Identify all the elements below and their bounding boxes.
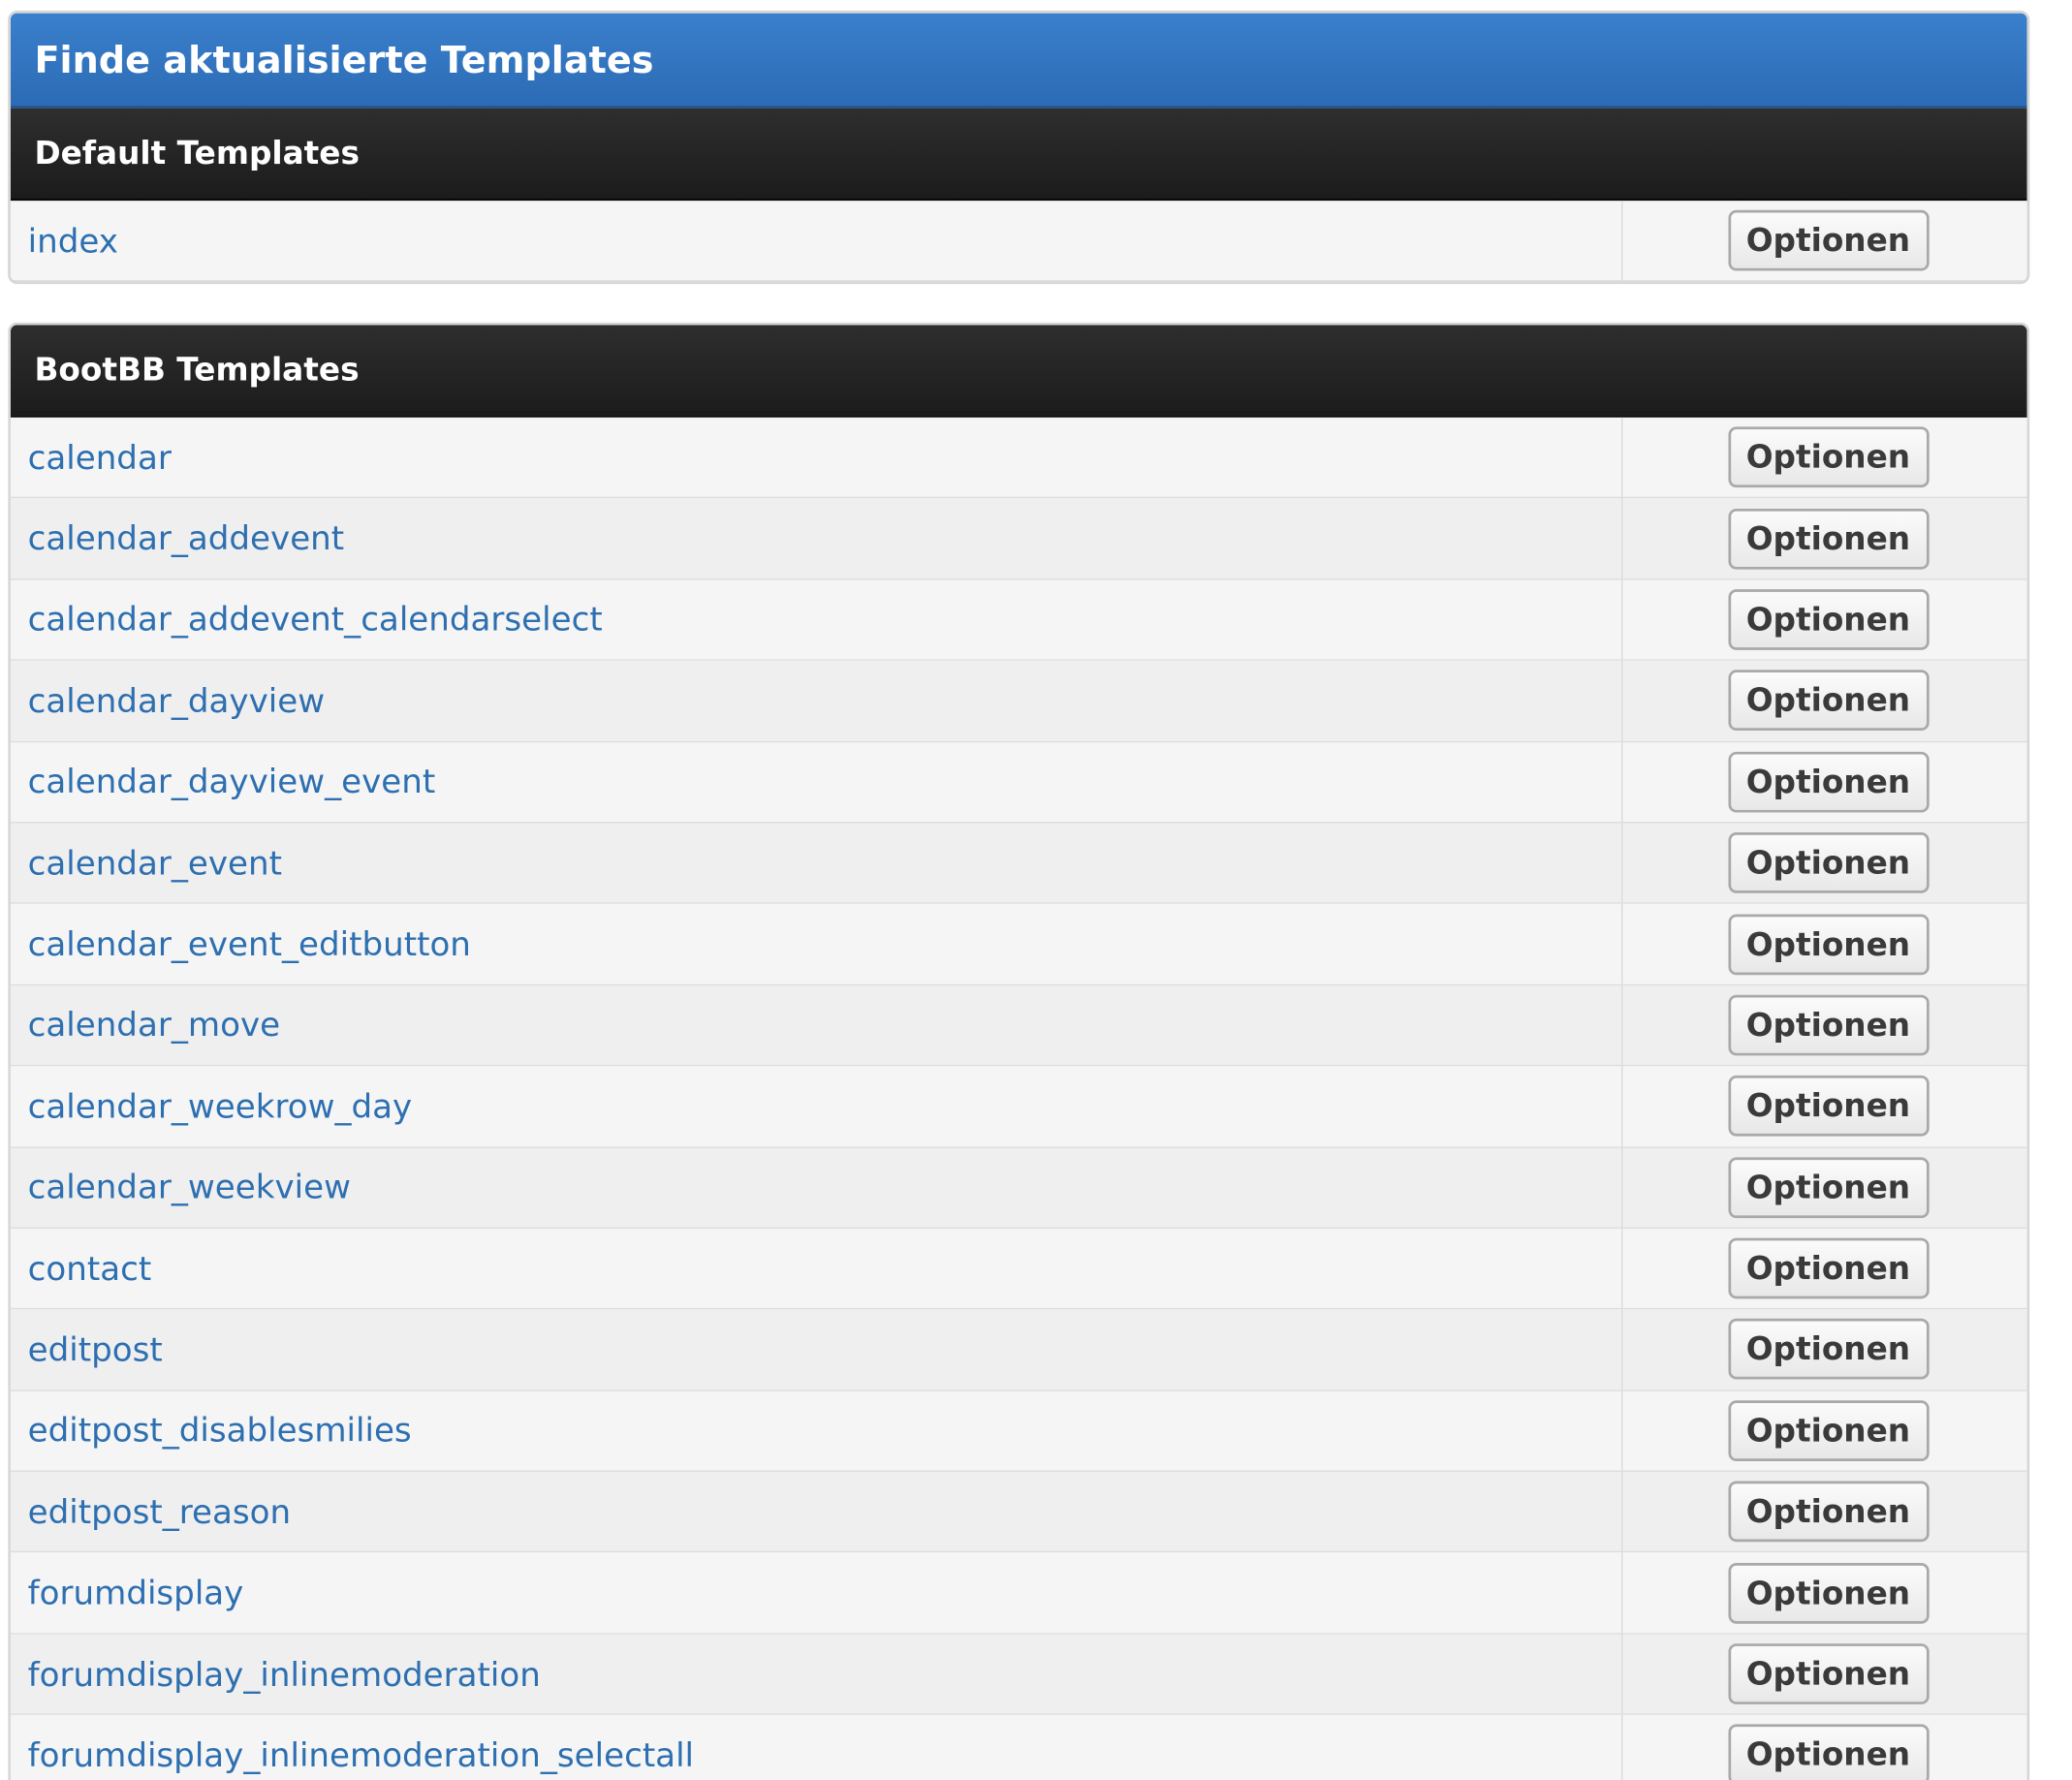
- options-button[interactable]: Optionen: [1727, 1724, 1930, 1780]
- options-button[interactable]: Optionen: [1727, 751, 1930, 813]
- default-templates-list: index Optionen: [10, 201, 2027, 282]
- options-cell: Optionen: [1622, 1229, 2026, 1308]
- options-cell: Optionen: [1622, 742, 2026, 822]
- options-cell: Optionen: [1622, 499, 2026, 578]
- options-button[interactable]: Optionen: [1727, 1400, 1930, 1461]
- template-link[interactable]: calendar: [28, 438, 172, 477]
- page-title: Finde aktualisierte Templates: [10, 13, 2027, 109]
- options-cell: Optionen: [1622, 823, 2026, 902]
- template-link[interactable]: editpost_reason: [28, 1492, 291, 1531]
- options-cell: Optionen: [1622, 1634, 2026, 1713]
- options-cell: Optionen: [1622, 201, 2026, 280]
- template-name-cell: calendar: [11, 417, 1623, 498]
- template-link[interactable]: calendar_dayview_event: [28, 763, 436, 801]
- options-cell: Optionen: [1622, 985, 2026, 1065]
- options-cell: Optionen: [1622, 1472, 2026, 1551]
- options-button[interactable]: Optionen: [1727, 1319, 1930, 1381]
- template-name-cell: calendar_event: [11, 823, 1623, 903]
- options-cell: Optionen: [1622, 418, 2026, 497]
- table-row: calendar_weekrow_day Optionen: [10, 1066, 2027, 1148]
- options-cell: Optionen: [1622, 1147, 2026, 1227]
- template-name-cell: calendar_move: [11, 984, 1623, 1066]
- options-button[interactable]: Optionen: [1727, 508, 1930, 570]
- table-row: calendar_dayview_event Optionen: [10, 741, 2027, 824]
- template-name-cell: calendar_weekview: [11, 1147, 1623, 1228]
- options-button[interactable]: Optionen: [1727, 1643, 1930, 1704]
- template-name-cell: forumdisplay_inlinemoderation: [11, 1634, 1623, 1714]
- table-row: calendar_weekview Optionen: [10, 1147, 2027, 1229]
- template-link[interactable]: forumdisplay_inlinemoderation_selectall: [28, 1736, 694, 1775]
- options-button[interactable]: Optionen: [1727, 1237, 1930, 1299]
- template-link[interactable]: calendar_addevent: [28, 519, 345, 558]
- template-link[interactable]: calendar_dayview: [28, 681, 325, 720]
- template-link[interactable]: forumdisplay: [28, 1574, 244, 1612]
- table-row: calendar_event Optionen: [10, 823, 2027, 905]
- table-row: forumdisplay_inlinemoderation Optionen: [10, 1634, 2027, 1716]
- template-name-cell: calendar_event_editbutton: [11, 904, 1623, 984]
- template-name-cell: index: [11, 201, 1623, 281]
- template-link[interactable]: calendar_weekrow_day: [28, 1087, 413, 1126]
- options-button[interactable]: Optionen: [1727, 832, 1930, 893]
- options-button[interactable]: Optionen: [1727, 1562, 1930, 1624]
- template-link[interactable]: contact: [28, 1249, 152, 1288]
- table-row: calendar_addevent Optionen: [10, 498, 2027, 580]
- template-link[interactable]: calendar_move: [28, 1006, 280, 1045]
- table-row: calendar_move Optionen: [10, 984, 2027, 1067]
- bootbb-templates-list: calendar Optionen calendar_addevent Optione…: [10, 417, 2027, 1780]
- template-name-cell: editpost_reason: [11, 1472, 1623, 1552]
- options-cell: Optionen: [1622, 1067, 2026, 1146]
- options-cell: Optionen: [1622, 904, 2026, 984]
- bootbb-templates-panel: BootBB Templates calendar Optionen calenda…: [8, 322, 2030, 1780]
- template-name-cell: calendar_addevent_calendarselect: [11, 579, 1623, 660]
- table-row: editpost_disablesmilies Optionen: [10, 1390, 2027, 1473]
- options-button[interactable]: Optionen: [1727, 426, 1930, 488]
- template-link[interactable]: editpost: [28, 1330, 163, 1369]
- options-button[interactable]: Optionen: [1727, 1076, 1930, 1138]
- options-button[interactable]: Optionen: [1727, 1481, 1930, 1543]
- section-heading-bootbb: BootBB Templates: [10, 325, 2027, 418]
- table-row: forumdisplay Optionen: [10, 1552, 2027, 1635]
- options-cell: Optionen: [1622, 1553, 2026, 1633]
- table-row: calendar_event_editbutton Optionen: [10, 904, 2027, 985]
- template-name-cell: calendar_dayview_event: [11, 741, 1623, 823]
- page-canvas: Finde aktualisierte Templates Default Te…: [0, 0, 2072, 1780]
- table-row: contact Optionen: [10, 1228, 2027, 1310]
- template-link[interactable]: calendar_event_editbutton: [28, 924, 471, 963]
- template-link[interactable]: calendar_weekview: [28, 1169, 351, 1207]
- template-name-cell: editpost_disablesmilies: [11, 1390, 1623, 1471]
- options-button[interactable]: Optionen: [1727, 1157, 1930, 1218]
- table-row: calendar_dayview Optionen: [10, 660, 2027, 742]
- options-button[interactable]: Optionen: [1727, 210, 1930, 271]
- template-name-cell: contact: [11, 1228, 1623, 1309]
- template-link[interactable]: calendar_addevent_calendarselect: [28, 601, 603, 640]
- options-cell: Optionen: [1622, 1390, 2026, 1470]
- table-row: index Optionen: [10, 201, 2027, 282]
- template-name-cell: calendar_weekrow_day: [11, 1066, 1623, 1146]
- section-heading-default: Default Templates: [10, 108, 2027, 202]
- template-name-cell: forumdisplay: [11, 1552, 1623, 1634]
- template-link[interactable]: calendar_event: [28, 844, 282, 883]
- options-button[interactable]: Optionen: [1727, 994, 1930, 1056]
- template-name-cell: forumdisplay_inlinemoderation_selectall: [11, 1715, 1623, 1780]
- template-name-cell: calendar_dayview: [11, 660, 1623, 741]
- table-row: editpost_reason Optionen: [10, 1472, 2027, 1553]
- options-cell: Optionen: [1622, 1310, 2026, 1390]
- table-row: calendar_addevent_calendarselect Optionen: [10, 579, 2027, 661]
- template-link[interactable]: forumdisplay_inlinemoderation: [28, 1655, 541, 1694]
- default-templates-panel: Finde aktualisierte Templates Default Te…: [8, 10, 2030, 285]
- options-cell: Optionen: [1622, 1715, 2026, 1780]
- options-button[interactable]: Optionen: [1727, 670, 1930, 732]
- options-cell: Optionen: [1622, 661, 2026, 740]
- template-name-cell: calendar_addevent: [11, 498, 1623, 578]
- options-button[interactable]: Optionen: [1727, 913, 1930, 975]
- template-link[interactable]: editpost_disablesmilies: [28, 1412, 412, 1451]
- table-row: editpost Optionen: [10, 1309, 2027, 1391]
- table-row: forumdisplay_inlinemoderation_selectall O…: [10, 1715, 2027, 1780]
- table-row: calendar Optionen: [10, 417, 2027, 499]
- options-button[interactable]: Optionen: [1727, 589, 1930, 650]
- template-link[interactable]: index: [28, 222, 118, 261]
- options-cell: Optionen: [1622, 579, 2026, 659]
- template-name-cell: editpost: [11, 1309, 1623, 1390]
